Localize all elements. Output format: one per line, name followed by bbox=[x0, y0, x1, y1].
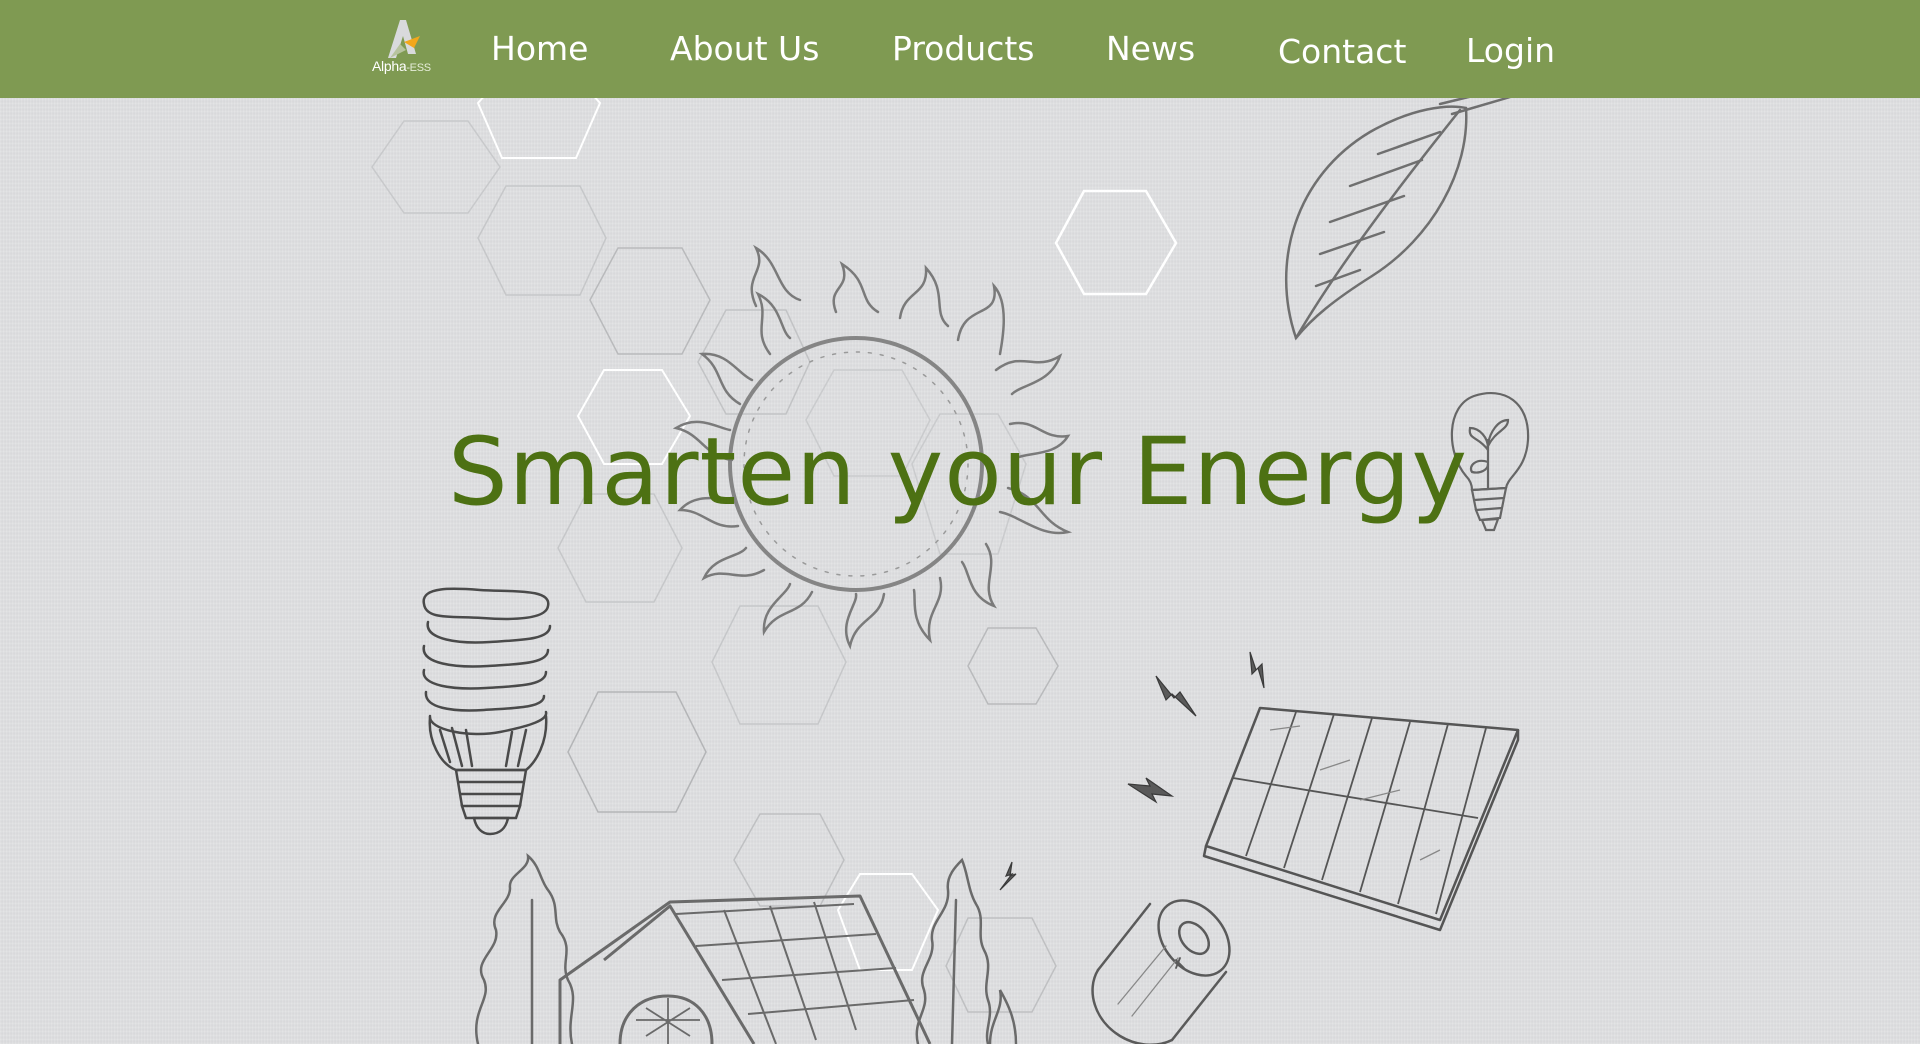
trees-sketch bbox=[475, 852, 1018, 1044]
lightning-bolts-sketch bbox=[999, 651, 1265, 891]
nav-login-link[interactable]: Login bbox=[1466, 26, 1555, 76]
nav-home-link[interactable]: Home bbox=[491, 24, 588, 74]
solar-panel-sketch bbox=[1202, 706, 1520, 932]
landing-page: Alpha-ESS Home About Us Products News Co… bbox=[0, 0, 1920, 1044]
hexagon-pattern bbox=[371, 75, 1178, 1013]
leaf-sketch bbox=[1284, 80, 1536, 341]
nav-news-link[interactable]: News bbox=[1106, 24, 1195, 74]
nav-products-link[interactable]: Products bbox=[892, 24, 1035, 74]
hero-headline-part1: Smarten your bbox=[448, 418, 1103, 527]
logo-wordmark: Alpha-ESS bbox=[372, 58, 431, 74]
top-navigation-bar: Alpha-ESS Home About Us Products News Co… bbox=[0, 0, 1920, 98]
hero-headline: Smarten your Energy bbox=[448, 418, 1468, 527]
nav-about-us-link[interactable]: About Us bbox=[670, 24, 819, 74]
battery-sketch bbox=[1091, 899, 1231, 1044]
nav-contact-link[interactable]: Contact bbox=[1278, 27, 1406, 77]
hero-headline-part2: Energy bbox=[1133, 418, 1469, 527]
cfl-bulb-sketch bbox=[422, 587, 552, 836]
house-with-solar-roof-sketch bbox=[558, 894, 932, 1044]
